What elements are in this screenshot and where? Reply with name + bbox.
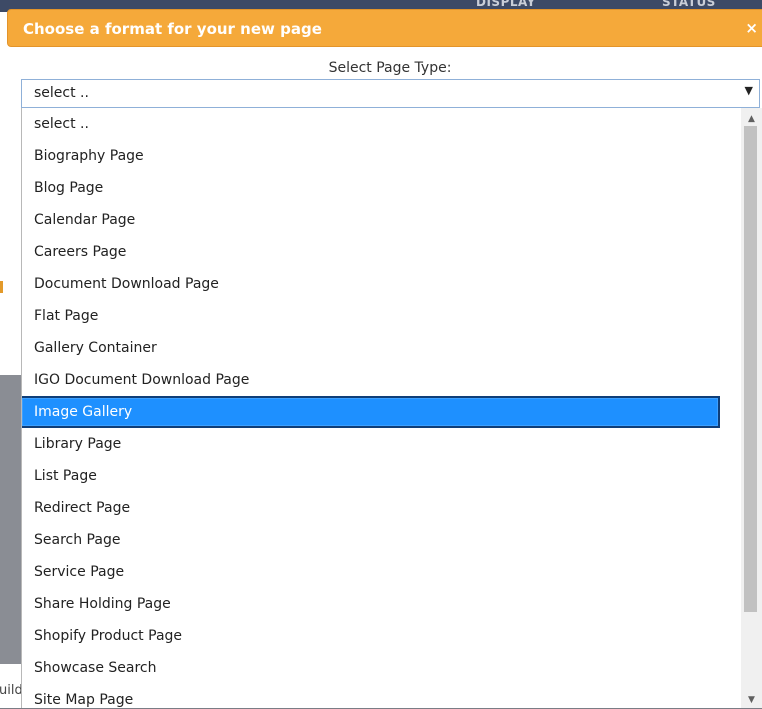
page-type-select[interactable]: select .. ▼ (21, 79, 760, 108)
dropdown-option[interactable]: Shopify Product Page (22, 620, 742, 652)
dropdown-option[interactable]: Blog Page (22, 172, 742, 204)
dropdown-option[interactable]: select .. (22, 108, 742, 140)
dropdown-option[interactable]: Service Page (22, 556, 742, 588)
dropdown-option[interactable]: Search Page (22, 524, 742, 556)
dropdown-option[interactable]: Library Page (22, 428, 742, 460)
page-type-select-value: select .. (34, 85, 89, 101)
scrollbar-thumb[interactable] (744, 126, 757, 612)
dropdown-arrow-icon[interactable]: ▼ (745, 84, 753, 97)
page-type-label: Select Page Type: (328, 60, 452, 76)
dropdown-option[interactable]: Site Map Page (22, 684, 742, 708)
modal-title: Choose a format for your new page (23, 20, 322, 38)
scroll-down-icon[interactable]: ▼ (741, 692, 762, 709)
dropdown-option[interactable]: Careers Page (22, 236, 742, 268)
dropdown-option[interactable]: Biography Page (22, 140, 742, 172)
dropdown-option[interactable]: List Page (22, 460, 742, 492)
dropdown-option[interactable]: Document Download Page (22, 268, 742, 300)
dropdown-option[interactable]: IGO Document Download Page (22, 364, 742, 396)
close-icon[interactable]: × (745, 19, 758, 37)
background-text-fragment: uild (0, 683, 23, 698)
dropdown-option[interactable]: Calendar Page (22, 204, 742, 236)
dropdown-option-selected[interactable]: Image Gallery (22, 396, 720, 428)
dropdown-option[interactable]: Redirect Page (22, 492, 742, 524)
dropdown-option[interactable]: Showcase Search (22, 652, 742, 684)
modal-header: Choose a format for your new page × (7, 9, 762, 47)
dropdown-option[interactable]: Gallery Container (22, 332, 742, 364)
page-type-options-list[interactable]: select .. Biography Page Blog Page Calendar… (21, 108, 762, 708)
dropdown-option[interactable]: Flat Page (22, 300, 742, 332)
background-overlay (0, 375, 22, 708)
dropdown-option[interactable]: Share Holding Page (22, 588, 742, 620)
